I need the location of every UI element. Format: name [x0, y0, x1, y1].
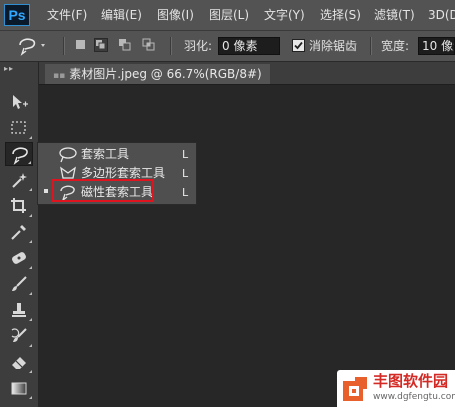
marquee-tool-icon[interactable]	[5, 116, 33, 140]
flyout-item-shortcut: L	[182, 148, 189, 161]
spot-healing-tool-icon[interactable]	[5, 246, 33, 270]
flyout-item-shortcut: L	[182, 186, 189, 199]
highlight-annotation-box	[52, 179, 154, 202]
width-input[interactable]: 10 像素	[418, 37, 455, 55]
watermark-title: 丰图软件园	[373, 372, 449, 390]
tool-preset-picker[interactable]	[14, 35, 50, 57]
antialias-checkbox[interactable]	[292, 39, 305, 52]
panel-collapse-icon[interactable]: ▸▸	[4, 64, 14, 73]
document-tab-strip: ▪▪ 素材图片.jpeg @ 66.7%(RGB/8#)	[39, 62, 455, 85]
flyout-item-label: 套索工具	[81, 147, 130, 161]
menu-type[interactable]: 文字(Y)	[264, 0, 305, 30]
history-brush-tool-icon[interactable]	[5, 324, 33, 348]
watermark-url: www.dgfengtu.com	[373, 392, 455, 402]
intersect-selection-icon[interactable]	[142, 38, 156, 52]
magnetic-lasso-icon	[19, 38, 45, 56]
add-to-selection-icon[interactable]	[94, 38, 108, 52]
feather-input[interactable]: 0 像素	[218, 37, 280, 55]
document-tab-title: 素材图片.jpeg @ 66.7%(RGB/8#)	[69, 67, 262, 81]
lasso-icon	[59, 147, 77, 163]
eyedropper-tool-icon[interactable]	[5, 220, 33, 244]
canvas-area[interactable]	[39, 85, 455, 407]
magnetic-lasso-tool-icon[interactable]	[5, 142, 33, 166]
crop-tool-icon[interactable]	[5, 194, 33, 218]
magic-wand-tool-icon[interactable]	[5, 168, 33, 192]
document-tab[interactable]: ▪▪ 素材图片.jpeg @ 66.7%(RGB/8#)	[45, 64, 270, 84]
menu-filter[interactable]: 滤镜(T)	[374, 0, 415, 30]
gradient-tool-icon[interactable]	[5, 376, 33, 400]
separator	[63, 37, 65, 55]
options-bar: 羽化: 0 像素 消除锯齿 宽度: 10 像素	[0, 31, 455, 62]
move-tool-icon[interactable]	[5, 90, 33, 114]
menu-bar: Ps 文件(F) 编辑(E) 图像(I) 图层(L) 文字(Y) 选择(S) 滤…	[0, 0, 455, 31]
brush-tool-icon[interactable]	[5, 272, 33, 296]
selected-bullet-icon	[44, 189, 48, 193]
menu-layer[interactable]: 图层(L)	[209, 0, 249, 30]
clone-stamp-tool-icon[interactable]	[5, 298, 33, 322]
width-label: 宽度:	[381, 39, 410, 53]
menu-image[interactable]: 图像(I)	[157, 0, 194, 30]
site-logo-icon	[343, 377, 367, 401]
photoshop-logo: Ps	[4, 4, 30, 26]
new-selection-icon[interactable]	[74, 38, 88, 52]
separator	[370, 37, 372, 55]
feather-label: 羽化:	[184, 39, 213, 53]
tab-grip-icon: ▪▪	[53, 71, 66, 81]
site-watermark: 丰图软件园 www.dgfengtu.com	[337, 370, 455, 407]
menu-select[interactable]: 选择(S)	[320, 0, 361, 30]
eraser-tool-icon[interactable]	[5, 350, 33, 374]
flyout-item-shortcut: L	[182, 167, 189, 180]
menu-edit[interactable]: 编辑(E)	[101, 0, 142, 30]
menu-3d[interactable]: 3D(D)	[428, 0, 455, 30]
tools-panel: ▸▸	[0, 62, 39, 407]
separator	[170, 37, 172, 55]
menu-file[interactable]: 文件(F)	[47, 0, 87, 30]
antialias-label: 消除锯齿	[309, 39, 358, 53]
subtract-from-selection-icon[interactable]	[118, 38, 132, 52]
flyout-item-lasso[interactable]: 套索工具 L	[38, 145, 196, 164]
